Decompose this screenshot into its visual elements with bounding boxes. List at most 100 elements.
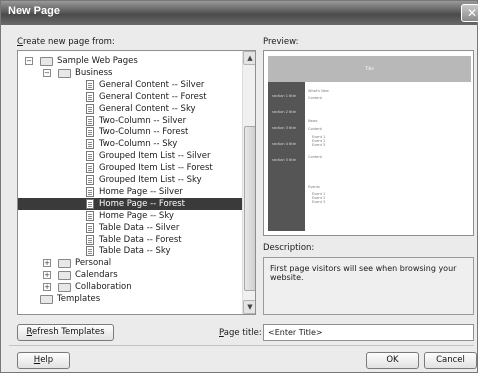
expand-icon[interactable]: + [43, 271, 51, 280]
tree-item[interactable]: Table Data -- Sky [18, 245, 242, 257]
tree-item-label: Personal [75, 258, 112, 269]
expand-icon[interactable]: + [43, 259, 51, 268]
tree-folder[interactable]: + Collaboration [18, 281, 242, 293]
refresh-templates-button[interactable]: Refresh Templates [17, 324, 114, 341]
title-bar: New Page ✕ [1, 1, 478, 25]
tree-item[interactable]: General Content -- Silver [18, 79, 242, 91]
preview-thumb-text: Content [308, 96, 322, 100]
tree-item-label: Templates [57, 294, 101, 304]
create-from-label: Create new page from: [17, 37, 115, 47]
tree-item[interactable]: Two-Column -- Sky [18, 138, 242, 150]
tree-item-label: Table Data -- Forest [99, 234, 182, 245]
help-button[interactable]: Help [17, 352, 70, 369]
folder-icon [58, 68, 71, 78]
tree-item-label: Grouped Item List -- Forest [99, 163, 213, 174]
document-icon [86, 222, 94, 233]
preview-label: Preview: [263, 37, 299, 47]
scroll-thumb[interactable] [244, 126, 255, 291]
document-icon [86, 234, 94, 245]
preview-thumb-text: Content [308, 127, 322, 131]
document-icon [86, 186, 94, 197]
tree-item[interactable]: Table Data -- Silver [18, 222, 242, 234]
tree-item[interactable]: Home Page -- Forest [18, 197, 242, 210]
preview-thumb-section: section 3 title [272, 126, 296, 130]
tree-item-label: Home Page -- Forest [99, 198, 186, 209]
tree-item[interactable]: Home Page -- Sky [18, 210, 242, 222]
new-page-dialog: New Page ✕ Create new page from: Preview… [0, 0, 478, 373]
scroll-down-button[interactable]: ▼ [243, 300, 255, 314]
tree-item[interactable]: Two-Column -- Silver [18, 115, 242, 127]
cancel-button[interactable]: Cancel [424, 352, 477, 369]
tree-item[interactable]: Grouped Item List -- Silver [18, 150, 242, 162]
tree-item[interactable]: Home Page -- Silver [18, 186, 242, 198]
tree-item[interactable]: General Content -- Sky [18, 103, 242, 115]
tree-item-label: Table Data -- Silver [99, 222, 180, 233]
collapse-icon[interactable]: − [43, 68, 51, 77]
document-icon [86, 163, 94, 174]
document-icon [86, 246, 94, 257]
document-icon [86, 115, 94, 126]
tree-item-label: Two-Column -- Forest [99, 127, 189, 138]
folder-icon [40, 295, 53, 304]
tree-item[interactable]: Grouped Item List -- Sky [18, 174, 242, 186]
preview-thumb-section: section 1 title [272, 94, 296, 98]
scroll-down-icon: ▼ [247, 303, 253, 311]
description-text: First page visitors will see when browsi… [263, 257, 474, 315]
tree-scrollbar[interactable]: ▲ ▼ [242, 51, 255, 314]
close-icon: ✕ [466, 6, 478, 20]
tree-item[interactable]: General Content -- Forest [18, 91, 242, 103]
tree-item-label: Home Page -- Sky [99, 210, 174, 221]
page-title-input[interactable]: <Enter Title> [263, 324, 474, 341]
tree-item-label: Two-Column -- Sky [99, 139, 178, 150]
document-icon [86, 151, 94, 162]
tree-folder[interactable]: + Personal [18, 257, 242, 269]
tree-item-label: Collaboration [75, 282, 132, 293]
preview-thumb-text: Content [308, 155, 322, 159]
tree-folder[interactable]: − Sample Web Pages [18, 55, 242, 67]
close-button[interactable]: ✕ [461, 4, 478, 22]
scroll-up-button[interactable]: ▲ [243, 51, 255, 65]
tree-item-label: Home Page -- Silver [99, 186, 183, 197]
preview-thumb-text: Event 3 [312, 200, 326, 204]
tree-folder[interactable]: Templates [18, 293, 242, 305]
preview-thumb-text: Events [308, 185, 320, 189]
preview-thumb-header: Title [268, 56, 471, 82]
ok-button[interactable]: OK [366, 352, 419, 369]
tree-item-label: Table Data -- Sky [99, 246, 171, 257]
preview-thumb-sidebar: section 1 title section 2 title section 3 … [268, 82, 305, 231]
tree-folder[interactable]: + Calendars [18, 269, 242, 281]
folder-icon [40, 57, 53, 66]
preview-thumb-section: section 4 title [272, 142, 296, 146]
tree-item-label: General Content -- Forest [99, 91, 207, 102]
template-tree[interactable]: − Sample Web Pages − Business General Conten… [17, 50, 256, 315]
tree-item-label: Two-Column -- Silver [99, 115, 187, 126]
tree-item[interactable]: Two-Column -- Forest [18, 126, 242, 138]
preview-thumb-section: section 2 title [272, 110, 296, 114]
document-icon [86, 103, 94, 114]
expand-icon[interactable]: + [43, 283, 51, 292]
preview-thumb-text: What's New [308, 89, 329, 93]
description-label: Description: [263, 243, 315, 253]
preview-thumb-text: News [308, 119, 318, 123]
document-icon [86, 127, 94, 138]
document-icon [86, 79, 94, 90]
collapse-icon[interactable]: − [25, 57, 33, 65]
tree-item[interactable]: Table Data -- Forest [18, 234, 242, 246]
tree-item-label: General Content -- Silver [99, 79, 205, 90]
folder-icon [58, 259, 71, 269]
tree-item-label: Grouped Item List -- Silver [99, 151, 211, 162]
folder-icon [58, 283, 71, 293]
preview-thumb-text: Event 3 [312, 143, 326, 147]
page-title-label: Page title: [219, 328, 262, 338]
tree-item-label: Sample Web Pages [57, 56, 138, 66]
tree-item-label: General Content -- Sky [99, 103, 196, 114]
preview-pane: Title section 1 title section 2 title sect… [263, 50, 474, 236]
folder-icon [58, 271, 71, 281]
document-icon [86, 198, 94, 209]
document-icon [86, 139, 94, 150]
tree-item-label: Grouped Item List -- Sky [99, 175, 202, 185]
tree-folder[interactable]: − Business [18, 67, 242, 79]
document-icon [86, 210, 94, 221]
tree-item[interactable]: Grouped Item List -- Forest [18, 162, 242, 174]
preview-thumb-main: What's New Content News Content Event 1 Event… [308, 85, 468, 231]
